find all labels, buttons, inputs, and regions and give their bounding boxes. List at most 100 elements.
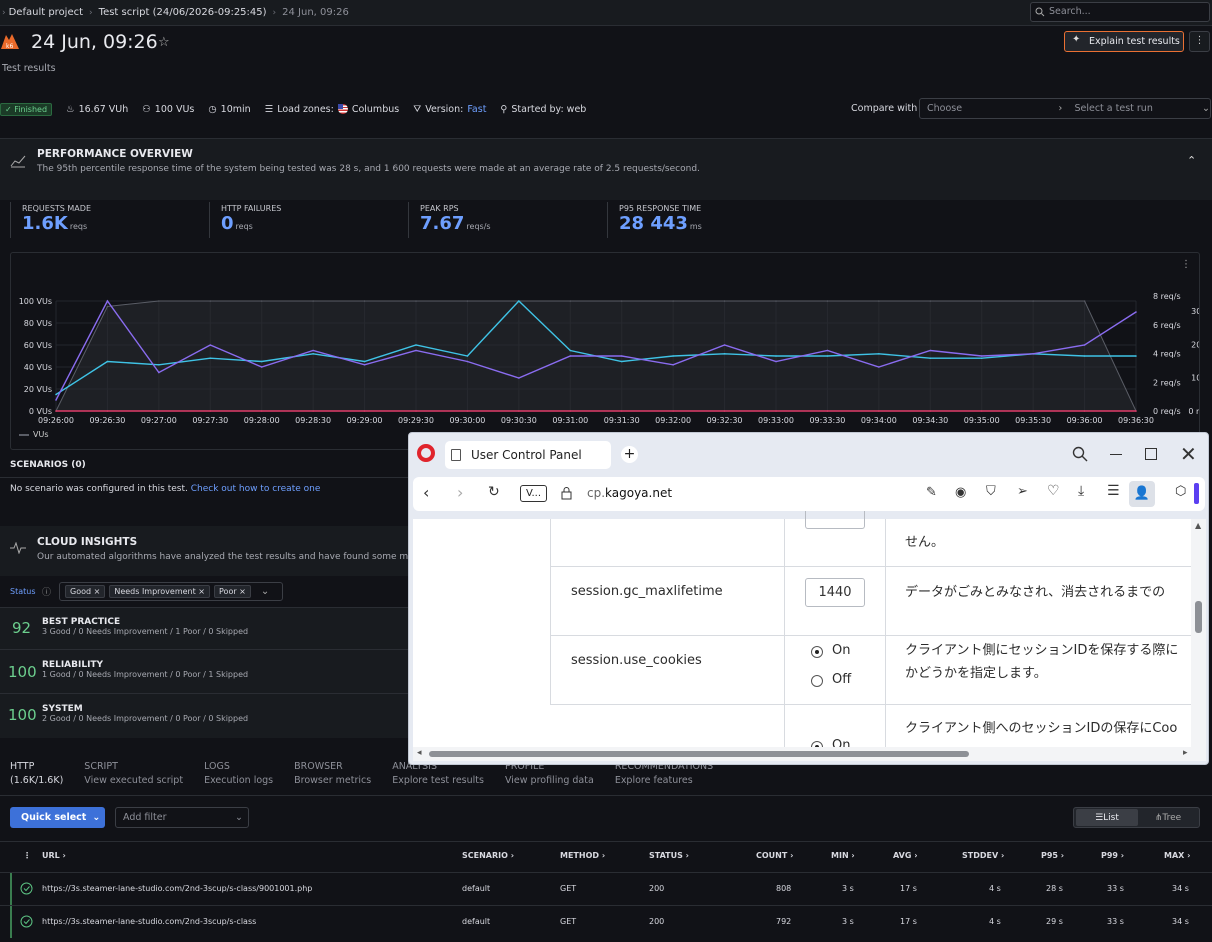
- tab-logs[interactable]: LOGS Execution logs: [204, 760, 273, 788]
- more-options-icon[interactable]: ⋮: [1189, 31, 1210, 52]
- insight-score-value: 100: [8, 706, 37, 724]
- insight-item[interactable]: SYSTEM 2 Good / 0 Needs Improvement / 0 P…: [42, 704, 248, 723]
- add-filter-label: Add filter: [123, 812, 167, 823]
- cloud-insights-header[interactable]: [0, 526, 408, 576]
- cube-icon[interactable]: ⬡: [1175, 484, 1186, 499]
- x-tick-label: 09:36:30: [1118, 416, 1154, 425]
- filter-tag-poor[interactable]: Poor ×: [214, 585, 251, 598]
- breadcrumb-project[interactable]: Default project: [9, 7, 83, 18]
- maximize-icon[interactable]: [1145, 448, 1157, 460]
- table-row[interactable]: https://3s.steamer-lane-studio.com/2nd-3…: [0, 873, 1212, 905]
- reload-icon[interactable]: ↻: [488, 484, 500, 500]
- search-icon[interactable]: [1072, 446, 1088, 462]
- create-scenario-link[interactable]: Check out how to create one: [191, 484, 321, 494]
- scrollbar-thumb[interactable]: [429, 751, 969, 757]
- column-menu-icon[interactable]: ⋮: [23, 851, 31, 860]
- cell-scenario: default: [462, 917, 491, 926]
- data-point: [466, 360, 469, 363]
- col-min[interactable]: MIN ›: [831, 851, 855, 860]
- edit-icon[interactable]: ✎: [926, 485, 937, 500]
- stat-http-failures: HTTP FAILURES 0 reqs: [221, 204, 281, 234]
- vertical-scrollbar[interactable]: ▲: [1191, 519, 1206, 747]
- scrollbar-thumb[interactable]: [1195, 601, 1202, 633]
- table-row[interactable]: https://3s.steamer-lane-studio.com/2nd-3…: [0, 906, 1212, 938]
- breadcrumb-script[interactable]: Test script (24/06/2026-09:25:45): [99, 7, 267, 18]
- col-stddev[interactable]: STDDEV ›: [962, 851, 1004, 860]
- use-cookies-on-radio[interactable]: [811, 646, 823, 658]
- url-text[interactable]: cp.kagoya.net: [587, 486, 672, 500]
- col-scenario[interactable]: SCENARIO ›: [462, 851, 514, 860]
- profile-icon[interactable]: 👤: [1129, 481, 1155, 507]
- data-point: [569, 300, 572, 302]
- col-status[interactable]: STATUS ›: [649, 851, 689, 860]
- opera-logo-icon[interactable]: [417, 444, 435, 462]
- x-tick-label: 09:29:30: [398, 416, 434, 425]
- col-p95[interactable]: P95 ›: [1041, 851, 1064, 860]
- download-icon[interactable]: ⤓: [1078, 483, 1084, 499]
- value-input[interactable]: [805, 511, 865, 529]
- col-count[interactable]: COUNT ›: [756, 851, 793, 860]
- gc-maxlifetime-input[interactable]: 1440: [805, 578, 865, 607]
- compare-select-run[interactable]: Select a test run: [1074, 103, 1202, 114]
- heart-icon[interactable]: ♡: [1047, 483, 1060, 499]
- filter-tag-needs-improvement[interactable]: Needs Improvement ×: [109, 585, 211, 598]
- sparkle-icon: ✦: [1072, 34, 1081, 45]
- insight-item[interactable]: RELIABILITY 1 Good / 0 Needs Improvement …: [42, 660, 248, 679]
- performance-chart[interactable]: ⋮ 100 VUs 80 VUs 60 VUs 40 VUs 20 VUs 0 VUs 09…: [10, 252, 1200, 450]
- browser-tab[interactable]: User Control Panel: [445, 441, 611, 469]
- stat-value: 7.67: [420, 213, 465, 234]
- send-icon[interactable]: ➢: [1017, 484, 1028, 499]
- use-cookies-off-radio[interactable]: [811, 675, 823, 687]
- star-icon[interactable]: ☆: [158, 35, 170, 50]
- opera-browser-window[interactable]: User Control Panel + ✕ ‹ › ↻ V... cp.kag…: [408, 432, 1209, 765]
- tab-http[interactable]: HTTP (1.6K/1.6K): [10, 760, 63, 788]
- tab-sub: Explore test results: [392, 775, 484, 786]
- minimize-icon[interactable]: [1110, 454, 1122, 456]
- list-view-button[interactable]: ☰ List: [1076, 809, 1138, 826]
- col-url[interactable]: URL ›: [42, 851, 66, 860]
- horizontal-scrollbar[interactable]: ◂ ▸: [413, 747, 1206, 761]
- tab-script[interactable]: SCRIPT View executed script: [84, 760, 183, 788]
- status-filter-select[interactable]: Good × Needs Improvement × Poor × ⌄: [59, 582, 283, 601]
- chevron-up-icon[interactable]: ⌃: [1187, 154, 1196, 167]
- col-avg[interactable]: AVG ›: [893, 851, 918, 860]
- x-tick-label: 09:32:30: [707, 416, 743, 425]
- filter-tag-good[interactable]: Good ×: [65, 585, 106, 598]
- started-by-value: Started by: web: [511, 103, 587, 115]
- new-tab-button[interactable]: +: [621, 446, 638, 463]
- page-content: せん。 session.gc_maxlifetime 1440 データがごみとみ…: [413, 511, 1191, 753]
- data-point: [1135, 311, 1137, 313]
- sidebar-toggle[interactable]: [1194, 483, 1199, 504]
- shield-icon[interactable]: ⛉: [986, 484, 996, 499]
- explain-test-results-button[interactable]: Explain test results: [1064, 31, 1184, 52]
- chart-legend[interactable]: VUs: [19, 430, 49, 439]
- filter-tag-label: Good: [70, 587, 92, 596]
- tree-view-button[interactable]: ⋔ Tree: [1138, 813, 1198, 823]
- camera-icon[interactable]: ◉: [955, 485, 966, 500]
- close-icon[interactable]: ✕: [1180, 442, 1197, 466]
- compare-choose[interactable]: Choose: [927, 103, 1059, 114]
- quick-select-button[interactable]: Quick select ⌄: [10, 807, 105, 828]
- data-point: [1083, 344, 1086, 346]
- insight-item[interactable]: BEST PRACTICE 3 Good / 0 Needs Improvemen…: [42, 617, 248, 636]
- settings-sliders-icon[interactable]: ☰: [1107, 483, 1120, 499]
- col-max[interactable]: MAX ›: [1164, 851, 1190, 860]
- add-filter-select[interactable]: Add filter ⌄: [115, 807, 249, 828]
- forward-icon[interactable]: ›: [457, 483, 463, 502]
- scroll-up-icon[interactable]: ▲: [1195, 521, 1201, 530]
- col-p99[interactable]: P99 ›: [1101, 851, 1124, 860]
- compare-select[interactable]: Choose › Select a test run ⌄: [919, 98, 1211, 119]
- tab-browser[interactable]: BROWSER Browser metrics: [294, 760, 371, 788]
- x-tick-label: 09:32:00: [655, 416, 691, 425]
- scroll-left-icon[interactable]: ◂: [417, 748, 422, 758]
- vpn-badge[interactable]: V...: [520, 485, 547, 502]
- scroll-right-icon[interactable]: ▸: [1183, 748, 1188, 758]
- performance-description: The 95th percentile response time of the…: [37, 164, 700, 174]
- divider: [550, 566, 1191, 567]
- lock-icon[interactable]: [561, 487, 572, 500]
- version-link[interactable]: Fast: [467, 104, 486, 115]
- back-icon[interactable]: ‹: [423, 483, 429, 502]
- search-input[interactable]: Search...: [1030, 2, 1210, 22]
- col-label: MIN: [831, 851, 849, 860]
- col-method[interactable]: METHOD ›: [560, 851, 605, 860]
